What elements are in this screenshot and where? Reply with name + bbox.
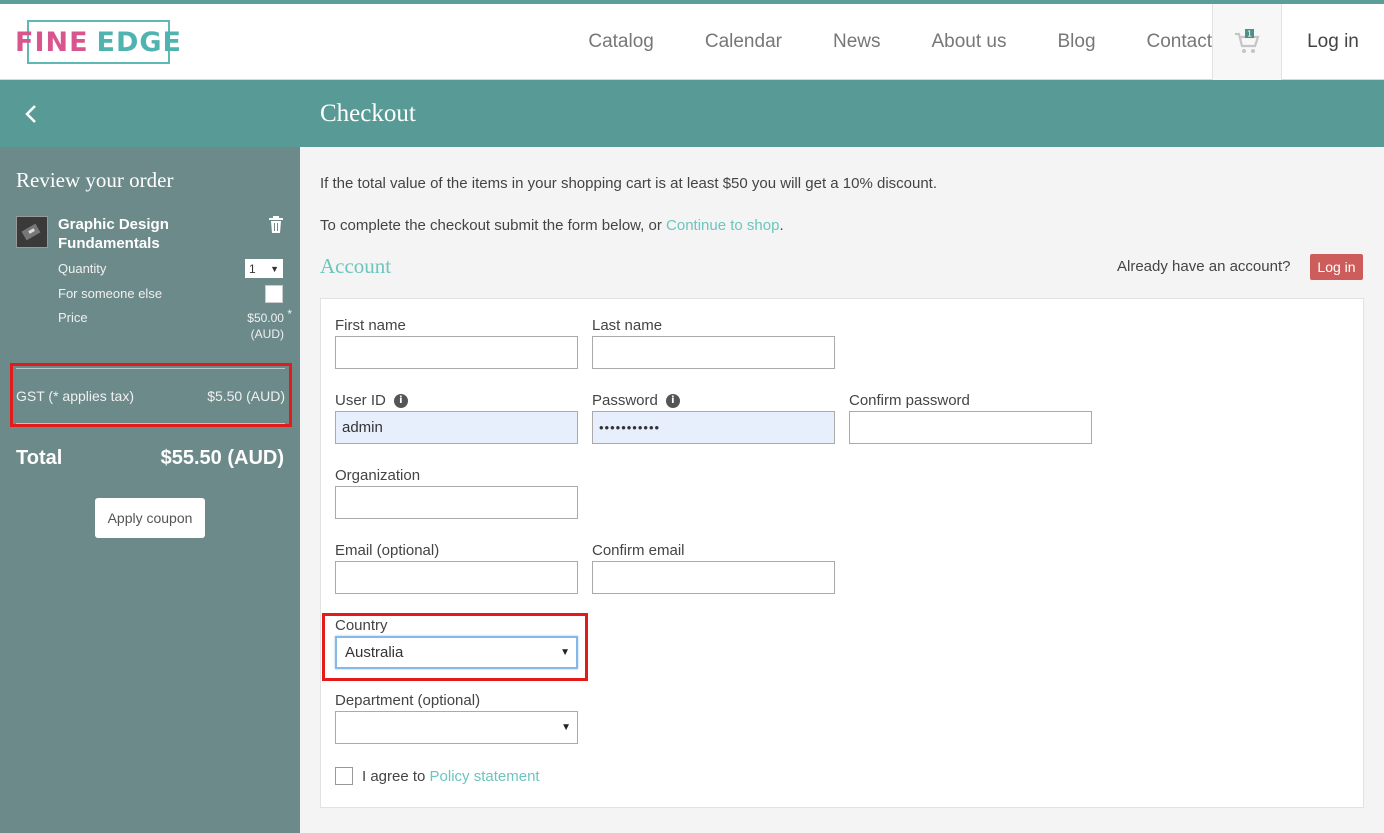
nav-blog[interactable]: Blog bbox=[1057, 31, 1095, 53]
logo[interactable]: FINE EDGE bbox=[15, 20, 181, 64]
quantity-value: 1 bbox=[249, 261, 256, 276]
country-value: Australia bbox=[345, 644, 404, 661]
nav-about-us[interactable]: About us bbox=[931, 31, 1006, 53]
policy-statement-link[interactable]: Policy statement bbox=[430, 768, 540, 785]
country-label: Country bbox=[335, 617, 388, 634]
item-name: Graphic Design Fundamentals bbox=[58, 216, 169, 252]
password-input[interactable]: ••••••••••• bbox=[592, 411, 835, 444]
trash-icon[interactable] bbox=[268, 216, 284, 233]
info-icon[interactable]: i bbox=[665, 393, 680, 408]
gst-row: GST (* applies tax) $5.50 (AUD) bbox=[16, 368, 285, 424]
logo-part-edge: EDGE bbox=[96, 26, 182, 58]
password-label: Password bbox=[592, 392, 658, 409]
total-label: Total bbox=[16, 447, 63, 469]
first-name-label: First name bbox=[335, 317, 406, 334]
cart-button[interactable]: 1 bbox=[1212, 4, 1282, 80]
user-id-label-wrap: User ID i bbox=[335, 392, 408, 409]
instruction-text: To complete the checkout submit the form… bbox=[320, 217, 667, 234]
chevron-down-icon: ▼ bbox=[560, 647, 570, 658]
nav-login[interactable]: Log in bbox=[1282, 4, 1384, 80]
order-sidebar: Review your order Graphic Design Fundame… bbox=[0, 80, 300, 833]
cart-icon: 1 bbox=[1235, 29, 1260, 53]
discount-notice: If the total value of the items in your … bbox=[320, 175, 938, 192]
checkout-instructions: To complete the checkout submit the form… bbox=[320, 217, 784, 234]
confirm-password-label: Confirm password bbox=[849, 392, 970, 409]
sidebar-header bbox=[0, 80, 300, 147]
gst-value: $5.50 (AUD) bbox=[207, 388, 285, 404]
quantity-label: Quantity bbox=[58, 261, 107, 276]
someone-else-checkbox[interactable] bbox=[265, 285, 283, 303]
someone-else-label: For someone else bbox=[58, 286, 163, 301]
back-arrow-icon[interactable] bbox=[24, 103, 38, 125]
first-name-input[interactable] bbox=[335, 336, 578, 369]
main-nav: Catalog Calendar News About us Blog Cont… bbox=[537, 4, 1212, 80]
nav-calendar[interactable]: Calendar bbox=[705, 31, 782, 53]
logo-part-fine: FINE bbox=[15, 26, 89, 58]
info-icon[interactable]: i bbox=[393, 393, 408, 408]
review-order-title: Review your order bbox=[16, 168, 174, 192]
checkout-header: Checkout bbox=[300, 80, 1384, 147]
account-login-button[interactable]: Log in bbox=[1310, 254, 1363, 280]
gst-label: GST (* applies tax) bbox=[16, 388, 135, 404]
organization-label: Organization bbox=[335, 467, 421, 484]
price-amount: $50.00 bbox=[247, 311, 284, 325]
have-account-text: Already have an account? bbox=[1117, 258, 1291, 275]
nav-catalog[interactable]: Catalog bbox=[588, 31, 654, 53]
chevron-down-icon: ▼ bbox=[270, 263, 279, 274]
policy-agree-text: I agree to Policy statement bbox=[362, 768, 540, 785]
item-thumbnail bbox=[16, 216, 48, 248]
user-id-label: User ID bbox=[335, 392, 386, 409]
agree-label: I agree to bbox=[362, 768, 430, 785]
organization-input[interactable] bbox=[335, 486, 578, 519]
tax-marker: * bbox=[287, 307, 292, 321]
nav-contact[interactable]: Contact bbox=[1147, 31, 1212, 53]
total-value: $55.50 (AUD) bbox=[160, 447, 284, 469]
price-currency: (AUD) bbox=[250, 327, 284, 341]
price-label: Price bbox=[58, 310, 88, 325]
page-title: Checkout bbox=[320, 99, 416, 127]
instruction-end: . bbox=[779, 217, 784, 234]
email-label: Email (optional) bbox=[335, 542, 440, 559]
cart-count: 1 bbox=[1247, 30, 1252, 39]
password-label-wrap: Password i bbox=[592, 392, 680, 409]
user-id-input[interactable]: admin bbox=[335, 411, 578, 444]
last-name-input[interactable] bbox=[592, 336, 835, 369]
email-input[interactable] bbox=[335, 561, 578, 594]
quantity-select[interactable]: 1 ▼ bbox=[245, 259, 283, 278]
continue-shopping-link[interactable]: Continue to shop bbox=[666, 217, 779, 234]
policy-agree-checkbox[interactable] bbox=[335, 767, 353, 785]
department-label: Department (optional) bbox=[335, 692, 481, 709]
confirm-email-label: Confirm email bbox=[592, 542, 685, 559]
department-select[interactable]: ▼ bbox=[335, 711, 578, 744]
price-value: $50.00 * (AUD) bbox=[232, 307, 292, 342]
account-section-title: Account bbox=[320, 254, 392, 278]
last-name-label: Last name bbox=[592, 317, 663, 334]
country-select[interactable]: Australia ▼ bbox=[335, 636, 578, 669]
confirm-password-input[interactable] bbox=[849, 411, 1092, 444]
chevron-down-icon: ▼ bbox=[561, 722, 571, 733]
nav-news[interactable]: News bbox=[833, 31, 881, 53]
apply-coupon-button[interactable]: Apply coupon bbox=[95, 498, 205, 538]
confirm-email-input[interactable] bbox=[592, 561, 835, 594]
top-bar: FINE EDGE Catalog Calendar News About us… bbox=[0, 0, 1384, 80]
